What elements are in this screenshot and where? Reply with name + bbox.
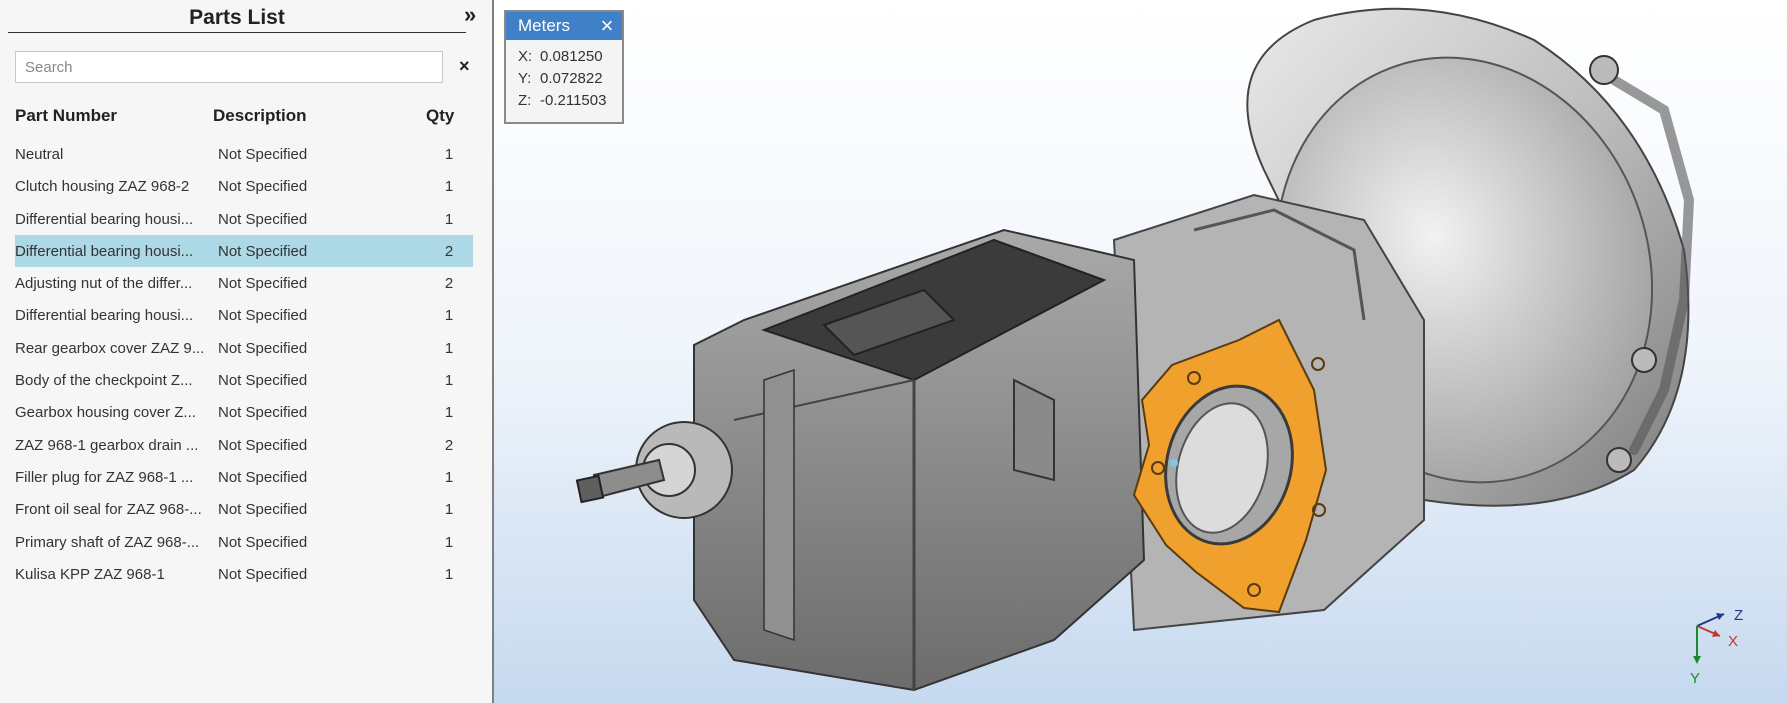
table-row[interactable]: Neutral Not Specified 1: [15, 138, 473, 170]
meters-tab[interactable]: Meters: [506, 16, 592, 36]
qty-cell: 1: [444, 178, 454, 196]
axis-triad-icon: Z X Y: [1690, 607, 1743, 687]
part-number-cell: Filler plug for ZAZ 968-1 ...: [15, 468, 194, 486]
table-row[interactable]: Rear gearbox cover ZAZ 9... Not Specified…: [15, 332, 473, 364]
table-row[interactable]: Body of the checkpoint Z... Not Specified…: [15, 364, 473, 396]
table-row[interactable]: Kulisa KPP ZAZ 968-1 Not Specified 1: [15, 558, 473, 590]
description-cell: Not Specified: [218, 242, 308, 260]
table-row[interactable]: Differential bearing housi... Not Specifi…: [15, 234, 473, 268]
coord-x-value: 0.081250: [540, 48, 603, 65]
part-number-cell: Rear gearbox cover ZAZ 9...: [15, 339, 205, 357]
parts-table: Neutral Not Specified 1 Clutch housing ZAZ …: [15, 138, 473, 590]
coord-y-value: 0.072822: [540, 70, 603, 87]
description-cell: Not Specified: [218, 565, 308, 583]
qty-cell: 1: [444, 372, 454, 390]
coord-z-value: -0.211503: [540, 92, 607, 109]
coord-y: Y: 0.072822: [506, 68, 622, 90]
description-cell: Not Specified: [218, 210, 308, 228]
qty-cell: 2: [444, 275, 454, 293]
description-cell: Not Specified: [218, 468, 308, 486]
table-row[interactable]: Front oil seal for ZAZ 968-... Not Specif…: [15, 493, 473, 525]
axis-y-label: Y: [1690, 670, 1700, 687]
column-header-part-number[interactable]: Part Number: [15, 106, 117, 126]
coord-x-label: X:: [518, 48, 533, 65]
panel-title: Parts List: [189, 6, 285, 29]
table-row[interactable]: Gearbox housing cover Z... Not Specified 1: [15, 396, 473, 428]
collapse-panel-button[interactable]: »: [464, 4, 476, 26]
description-cell: Not Specified: [218, 307, 308, 325]
qty-cell: 1: [444, 404, 454, 422]
description-cell: Not Specified: [218, 533, 308, 551]
part-number-cell: Front oil seal for ZAZ 968-...: [15, 501, 202, 519]
part-number-cell: Primary shaft of ZAZ 968-...: [15, 533, 200, 551]
qty-cell: 1: [444, 533, 454, 551]
part-number-cell: Differential bearing housi...: [15, 210, 194, 228]
part-number-cell: Differential bearing housi...: [15, 307, 194, 325]
axis-z-label: Z: [1734, 607, 1743, 624]
part-number-cell: Adjusting nut of the differ...: [15, 275, 193, 293]
title-divider: [8, 32, 466, 33]
part-number-cell: ZAZ 968-1 gearbox drain ...: [15, 436, 199, 454]
part-number-cell: Gearbox housing cover Z...: [15, 404, 196, 422]
qty-cell: 1: [444, 565, 454, 583]
meters-header: Meters ×: [506, 12, 622, 40]
description-cell: Not Specified: [218, 501, 308, 519]
description-cell: Not Specified: [218, 178, 308, 196]
part-number-cell: Differential bearing housi...: [15, 242, 194, 260]
qty-cell: 1: [444, 307, 454, 325]
qty-cell: 1: [444, 468, 454, 486]
table-row[interactable]: Adjusting nut of the differ... Not Specif…: [15, 267, 473, 299]
description-cell: Not Specified: [218, 404, 308, 422]
coord-x: X: 0.081250: [506, 46, 622, 68]
coord-z-label: Z:: [518, 92, 532, 109]
parts-list-panel: Parts List » × Part Number Description Q…: [0, 0, 492, 703]
part-number-cell: Clutch housing ZAZ 968-2: [15, 178, 190, 196]
qty-cell: 1: [444, 339, 454, 357]
description-cell: Not Specified: [218, 275, 308, 293]
table-row[interactable]: Differential bearing housi... Not Specifi…: [15, 203, 473, 235]
part-number-cell: Neutral: [15, 146, 64, 163]
3d-viewport[interactable]: Meters × X: 0.081250 Y: 0.072822 Z: -0.2115…: [494, 0, 1787, 703]
part-number-cell: Body of the checkpoint Z...: [15, 372, 193, 390]
qty-cell: 2: [444, 242, 454, 260]
description-cell: Not Specified: [218, 339, 308, 357]
description-cell: Not Specified: [218, 372, 308, 390]
column-header-description[interactable]: Description: [213, 106, 307, 126]
description-cell: Not Specified: [218, 146, 308, 163]
description-cell: Not Specified: [218, 436, 308, 454]
qty-cell: 1: [444, 146, 454, 163]
qty-cell: 1: [444, 210, 454, 228]
table-row[interactable]: Clutch housing ZAZ 968-2 Not Specified 1: [15, 170, 473, 202]
meters-panel: Meters × X: 0.081250 Y: 0.072822 Z: -0.2115…: [504, 10, 624, 124]
search-input[interactable]: [15, 51, 443, 83]
coord-z: Z: -0.211503: [506, 90, 622, 112]
part-number-cell: Kulisa KPP ZAZ 968-1: [15, 565, 165, 583]
close-icon[interactable]: ×: [592, 13, 622, 39]
table-row[interactable]: Filler plug for ZAZ 968-1 ... Not Specifi…: [15, 461, 473, 493]
gearbox-3d-model[interactable]: [494, 0, 1787, 703]
table-row[interactable]: Primary shaft of ZAZ 968-... Not Specifie…: [15, 526, 473, 558]
table-row[interactable]: ZAZ 968-1 gearbox drain ... Not Specified…: [15, 429, 473, 461]
column-header-qty[interactable]: Qty: [426, 106, 454, 126]
coord-y-label: Y:: [518, 70, 532, 87]
axis-x-label: X: [1728, 633, 1738, 650]
clear-search-button[interactable]: ×: [459, 56, 470, 77]
qty-cell: 2: [444, 436, 454, 454]
qty-cell: 1: [444, 501, 454, 519]
table-row[interactable]: Differential bearing housi... Not Specifi…: [15, 299, 473, 331]
